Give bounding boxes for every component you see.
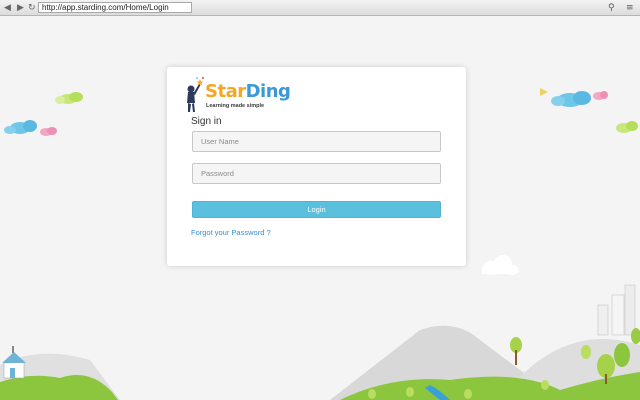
brand-name: StarDing — [205, 81, 291, 102]
brand-name-star: Star — [205, 81, 246, 102]
cloud-left-3 — [40, 127, 57, 136]
house-left — [2, 346, 26, 379]
cloud-right-3 — [616, 121, 638, 133]
signin-title: Sign in — [191, 116, 222, 127]
cloud-white — [482, 255, 519, 275]
username-input[interactable] — [192, 131, 441, 152]
login-card: StarDing Learning made simple Sign in Lo… — [167, 67, 466, 266]
forgot-password-link[interactable]: Forgot your Password ? — [191, 228, 271, 237]
brand-name-ding: Ding — [245, 81, 291, 102]
cloud-right-2 — [593, 91, 608, 100]
cloud-left-1 — [55, 92, 83, 104]
kid-mascot-icon — [187, 77, 204, 112]
brand-tagline: Learning made simple — [206, 103, 265, 109]
starding-logo: StarDing Learning made simple — [185, 76, 291, 112]
cloud-left-2 — [4, 120, 37, 134]
password-input[interactable] — [192, 163, 441, 184]
login-button[interactable]: Login — [192, 201, 441, 218]
cloud-right-1 — [551, 91, 591, 107]
